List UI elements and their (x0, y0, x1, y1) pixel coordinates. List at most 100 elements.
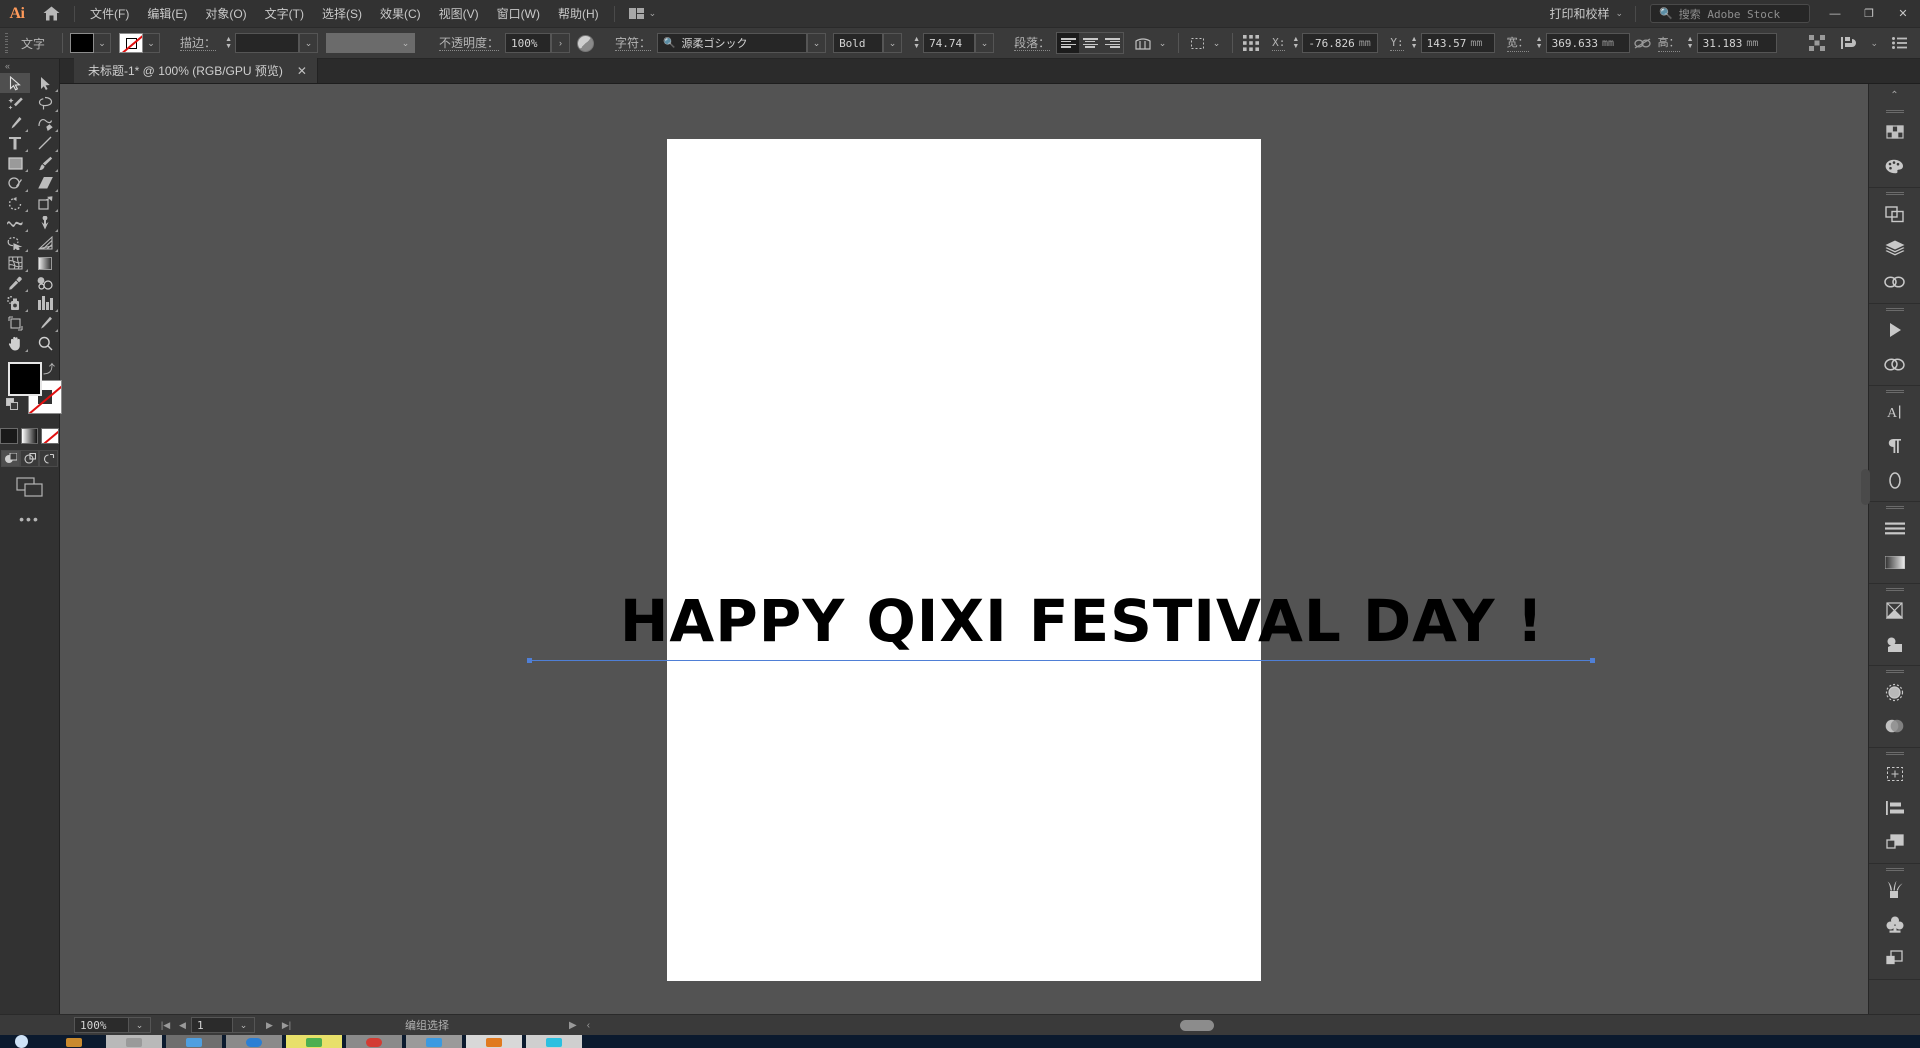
links-panel-icon[interactable] (1869, 265, 1920, 299)
menu-select[interactable]: 选择(S) (313, 0, 371, 28)
stock-search-input[interactable]: 🔍 搜索 Adobe Stock (1650, 4, 1810, 23)
close-button[interactable]: ✕ (1886, 0, 1920, 28)
panel-group-grip[interactable] (1869, 502, 1920, 511)
free-transform-tool[interactable] (30, 213, 60, 233)
tools-collapse-button[interactable]: « (0, 59, 59, 73)
prev-artboard-button[interactable]: ◀ (174, 1017, 191, 1033)
shape-builder-tool[interactable] (0, 233, 30, 253)
panel-group-grip[interactable] (1869, 584, 1920, 593)
actions-panel-icon[interactable] (1869, 313, 1920, 347)
restore-button[interactable]: ❐ (1852, 0, 1886, 28)
artwork-text[interactable]: HAPPY QIXI FESTIVAL DAY ! (532, 592, 1632, 650)
artboard-number-dropdown[interactable]: ⌄ (233, 1017, 255, 1033)
fill-color-swatch[interactable] (70, 33, 95, 53)
fill-color-dropdown[interactable]: ⌄ (94, 33, 112, 53)
color-guide-panel-icon[interactable] (1869, 149, 1920, 183)
close-icon[interactable]: ✕ (297, 65, 307, 77)
zoom-level-dropdown[interactable]: ⌄ (129, 1017, 151, 1033)
selection-tool[interactable] (0, 73, 30, 93)
taskbar-item[interactable] (166, 1035, 222, 1048)
taskbar-item[interactable] (406, 1035, 462, 1048)
first-artboard-button[interactable]: |◀ (157, 1017, 174, 1033)
align-center-button[interactable] (1079, 33, 1102, 53)
stroke-profile-field[interactable] (326, 33, 397, 53)
minimize-button[interactable]: — (1818, 0, 1852, 28)
height-stepper[interactable]: ▲ ▼ (1684, 33, 1697, 53)
stroke-panel-icon[interactable] (1869, 511, 1920, 545)
panel-group-grip[interactable] (1869, 864, 1920, 873)
rectangle-tool[interactable] (0, 153, 30, 173)
menu-edit[interactable]: 编辑(E) (138, 0, 196, 28)
eraser-tool[interactable] (30, 173, 60, 193)
artboard-tool[interactable] (0, 313, 30, 333)
width-tool[interactable] (0, 213, 30, 233)
panel-group-grip[interactable] (1869, 106, 1920, 115)
asset-export-panel-icon[interactable] (1869, 941, 1920, 975)
mesh-tool[interactable] (0, 253, 30, 273)
magic-wand-tool[interactable] (0, 93, 30, 113)
status-flyout-button[interactable]: ▶ (569, 1020, 577, 1031)
shaper-tool[interactable] (0, 173, 30, 193)
scale-tool[interactable] (30, 193, 60, 213)
screen-mode-button[interactable] (0, 477, 59, 497)
reference-point-icon[interactable] (1240, 33, 1262, 53)
line-segment-tool[interactable] (30, 133, 60, 153)
artboard-number-field[interactable]: 1 (191, 1017, 233, 1033)
edit-toolbar-button[interactable]: ••• (0, 511, 59, 527)
envelope-distort-icon[interactable] (1132, 33, 1154, 53)
stroke-weight-stepper[interactable]: ▲ ▼ (222, 33, 235, 53)
font-family-field[interactable]: 🔍 源柔ゴシック (657, 33, 808, 53)
start-button[interactable] (0, 1035, 42, 1048)
panels-collapse-button[interactable]: ⌃ (1869, 84, 1920, 106)
graphic-styles-panel-icon[interactable] (1869, 709, 1920, 743)
align-panel-icon[interactable] (1869, 791, 1920, 825)
gradient-panel-icon[interactable] (1869, 545, 1920, 579)
taskbar-item[interactable] (106, 1035, 162, 1048)
taskbar-item[interactable] (286, 1035, 342, 1048)
draw-normal-button[interactable] (1, 450, 20, 467)
curvature-tool[interactable] (30, 113, 60, 133)
column-graph-tool[interactable] (30, 293, 60, 313)
color-button[interactable] (0, 428, 18, 444)
home-icon[interactable] (34, 0, 68, 28)
panel-group-grip[interactable] (1869, 304, 1920, 313)
panel-group-grip[interactable] (1869, 188, 1920, 197)
panel-group-grip[interactable] (1869, 748, 1920, 757)
brushes-panel-icon[interactable] (1869, 873, 1920, 907)
status-text[interactable]: 编组选择 (405, 1017, 449, 1033)
hand-tool[interactable] (0, 333, 30, 353)
taskbar-item[interactable] (526, 1035, 582, 1048)
chevron-down-icon[interactable]: ⌄ (1870, 38, 1878, 49)
font-style-field[interactable]: Bold (833, 33, 884, 53)
gradient-button[interactable] (20, 428, 39, 444)
flattener-preview-panel-icon[interactable] (1869, 627, 1920, 661)
symbols-panel-icon[interactable] (1869, 347, 1920, 381)
appearance-panel-icon[interactable] (1869, 675, 1920, 709)
swap-fill-stroke-icon[interactable]: ⤴ (43, 360, 55, 377)
align-left-button[interactable] (1057, 33, 1080, 53)
menu-effect[interactable]: 效果(C) (371, 0, 430, 28)
stroke-color-dropdown[interactable]: ⌄ (143, 33, 161, 53)
align-objects-icon[interactable] (1806, 33, 1828, 53)
glyphs-panel-icon[interactable] (1869, 463, 1920, 497)
taskbar-item[interactable] (226, 1035, 282, 1048)
transform-panel-icon[interactable] (1869, 757, 1920, 791)
canvas-scrollbar-thumb[interactable] (1861, 469, 1870, 505)
pathfinder-panel-icon[interactable] (1869, 197, 1920, 231)
font-family-dropdown[interactable]: ⌄ (807, 33, 827, 53)
symbol-sprayer-tool[interactable] (0, 293, 30, 313)
separations-preview-panel-icon[interactable] (1869, 593, 1920, 627)
gradient-tool[interactable] (30, 253, 60, 273)
default-fill-stroke-icon[interactable] (6, 398, 19, 411)
menu-object[interactable]: 对象(O) (196, 0, 255, 28)
zoom-level-field[interactable]: 100% (74, 1017, 129, 1033)
artboards-panel-icon[interactable] (1869, 825, 1920, 859)
quick-actions-icon[interactable] (1838, 33, 1860, 53)
control-bar-grip[interactable] (2, 33, 11, 53)
status-collapse-button[interactable]: ‹ (587, 1020, 590, 1031)
taskbar-item[interactable] (466, 1035, 522, 1048)
eyedropper-tool[interactable] (0, 273, 30, 293)
lock-aspect-ratio-icon[interactable] (1630, 33, 1656, 53)
width-stepper[interactable]: ▲ ▼ (1533, 33, 1546, 53)
next-artboard-button[interactable]: ▶ (261, 1017, 278, 1033)
